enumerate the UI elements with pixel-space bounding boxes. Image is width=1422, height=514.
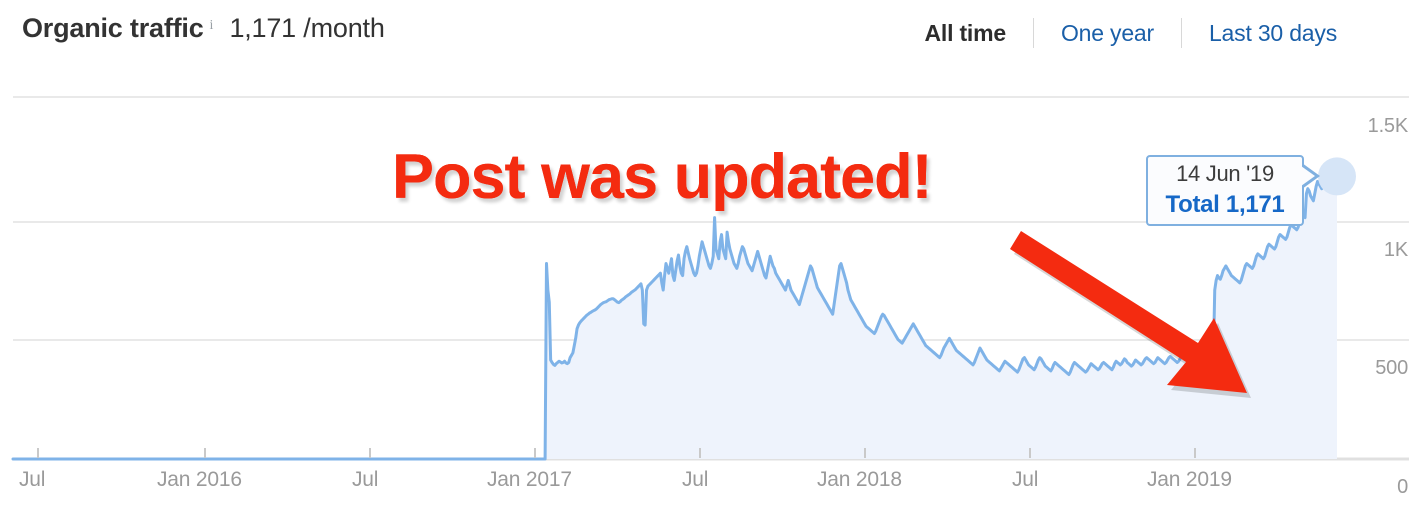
annotation-arrow-layer [1010, 231, 1251, 398]
organic-traffic-widget: Organic traffic i 1,171 /month All time … [0, 0, 1422, 514]
annotation-text: Post was updated! [392, 142, 933, 212]
annotation-arrow [1010, 231, 1247, 393]
